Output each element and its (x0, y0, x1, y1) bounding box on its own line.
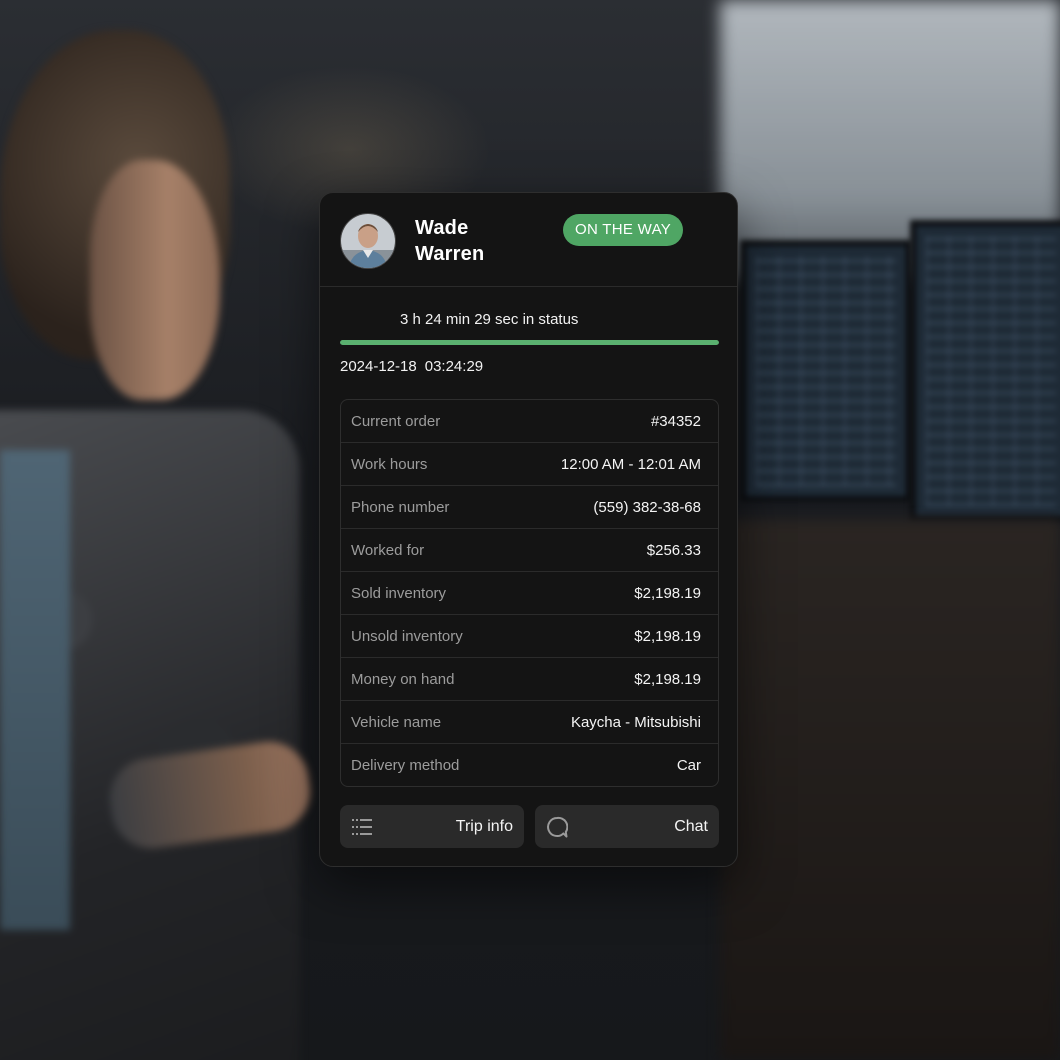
status-timestamp: 2024-12-18 03:24:29 (340, 358, 483, 375)
detail-label: Phone number (351, 498, 450, 516)
trip-info-label: Trip info (455, 818, 513, 835)
status-badge: ON THE WAY (563, 214, 684, 246)
avatar-image (341, 214, 395, 268)
background-monitor (910, 220, 1060, 522)
detail-row-work-hours: Work hours 12:00 AM - 12:01 AM (341, 442, 718, 485)
list-icon (352, 819, 372, 835)
chat-button[interactable]: Chat (535, 805, 719, 848)
detail-label: Vehicle name (351, 713, 442, 731)
detail-value: $2,198.19 (634, 627, 701, 645)
detail-label: Worked for (351, 541, 425, 559)
detail-label: Unsold inventory (351, 627, 463, 645)
detail-value: (559) 382-38-68 (593, 498, 701, 516)
status-progress-fill (340, 340, 719, 345)
background-person (0, 30, 340, 1060)
background-console (720, 520, 1060, 1060)
trip-info-button[interactable]: Trip info (340, 805, 524, 848)
detail-row-vehicle-name: Vehicle name Kaycha - Mitsubishi (341, 700, 718, 743)
detail-value: $256.33 (646, 541, 701, 559)
status-date: 2024-12-18 (340, 358, 417, 375)
detail-row-worked-for: Worked for $256.33 (341, 528, 718, 571)
detail-value: 12:00 AM - 12:01 AM (560, 455, 701, 473)
detail-row-money-on-hand: Money on hand $2,198.19 (341, 657, 718, 700)
status-time: 03:24:29 (424, 358, 484, 375)
detail-value: $2,198.19 (634, 584, 701, 602)
detail-label: Current order (351, 412, 441, 430)
detail-label: Money on hand (351, 670, 455, 688)
detail-value: Kaycha - Mitsubishi (570, 713, 701, 731)
detail-row-sold-inventory: Sold inventory $2,198.19 (341, 571, 718, 614)
chat-label: Chat (674, 818, 708, 835)
chat-bubble-icon (547, 816, 568, 838)
detail-value: $2,198.19 (634, 670, 701, 688)
card-actions: Trip info Chat (340, 805, 719, 848)
detail-label: Work hours (351, 455, 428, 473)
driver-details-table: Current order #34352 Work hours 12:00 AM… (340, 399, 719, 787)
driver-name: Wade Warren (415, 217, 485, 265)
driver-card: Wade Warren ON THE WAY 3 h 24 min 29 sec… (319, 192, 738, 867)
detail-label: Delivery method (351, 756, 460, 774)
detail-value: Car (676, 756, 701, 774)
background-monitor (740, 240, 912, 502)
status-progress-bar (340, 340, 719, 345)
detail-row-current-order: Current order #34352 (341, 400, 718, 442)
detail-row-unsold-inventory: Unsold inventory $2,198.19 (341, 614, 718, 657)
detail-value: #34352 (650, 412, 701, 430)
detail-label: Sold inventory (351, 584, 447, 602)
status-elapsed-text: 3 h 24 min 29 sec in status (400, 311, 579, 328)
detail-row-delivery-method: Delivery method Car (341, 743, 718, 786)
driver-header: Wade Warren ON THE WAY (320, 193, 737, 287)
detail-row-phone-number: Phone number (559) 382-38-68 (341, 485, 718, 528)
avatar[interactable] (340, 213, 396, 269)
